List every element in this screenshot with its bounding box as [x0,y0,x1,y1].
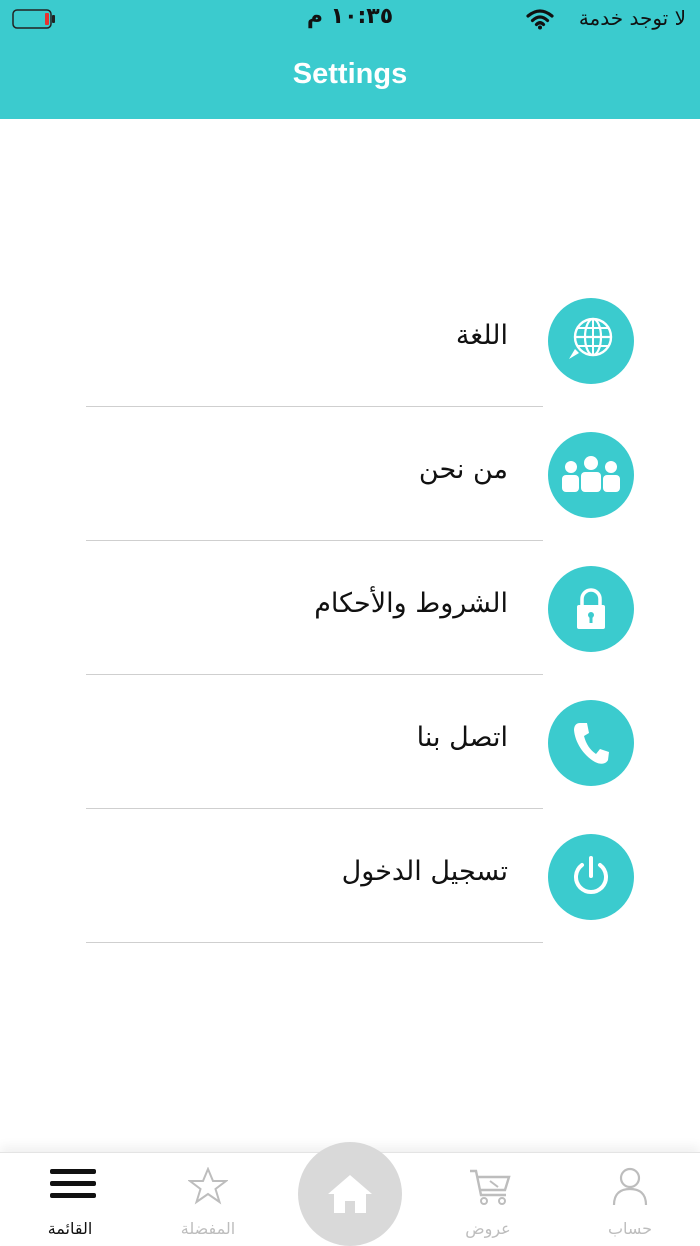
page-title: Settings [292,58,408,90]
phone-icon [548,700,634,786]
menu-item-label: من نحن [418,454,508,485]
menu-item-login[interactable]: تسجيل الدخول [0,832,700,966]
lock-icon [548,566,634,652]
divider [86,540,543,541]
globe-chat-icon [548,298,634,384]
header-bar: ١٠:٣٥ م لا توجد خدمة Settings [0,0,700,119]
divider [86,808,543,809]
tab-label: عروض [465,1219,511,1238]
status-bar: ١٠:٣٥ م لا توجد خدمة [0,0,700,40]
star-icon [188,1167,228,1205]
home-button[interactable] [298,1142,402,1246]
menu-item-label: اللغة [455,320,508,351]
tab-label: حساب [607,1219,653,1238]
home-icon [328,1175,372,1213]
cart-icon [470,1169,511,1205]
tab-account[interactable]: حساب [570,1153,690,1245]
menu-item-contact-us[interactable]: اتصل بنا [0,698,700,832]
tab-favorites[interactable]: المفضلة [148,1153,268,1245]
group-icon [548,432,634,518]
tab-offers[interactable]: عروض [428,1153,548,1245]
divider [86,942,543,943]
divider [86,674,543,675]
wifi-icon [526,8,554,30]
menu-item-terms[interactable]: الشروط والأحكام [0,564,700,698]
status-carrier: لا توجد خدمة [578,6,686,30]
menu-item-label: تسجيل الدخول [341,856,508,887]
menu-item-label: الشروط والأحكام [314,588,508,619]
menu-item-label: اتصل بنا [416,722,508,753]
hamburger-menu-icon [50,1169,96,1198]
menu-item-language[interactable]: اللغة [0,296,700,430]
person-icon [612,1167,648,1206]
power-icon [548,834,634,920]
tab-label: المفضلة [180,1219,236,1238]
divider [86,406,543,407]
menu-item-about-us[interactable]: من نحن [0,430,700,564]
tab-label: القائمة [47,1219,93,1238]
tab-menu[interactable]: القائمة [10,1153,130,1245]
